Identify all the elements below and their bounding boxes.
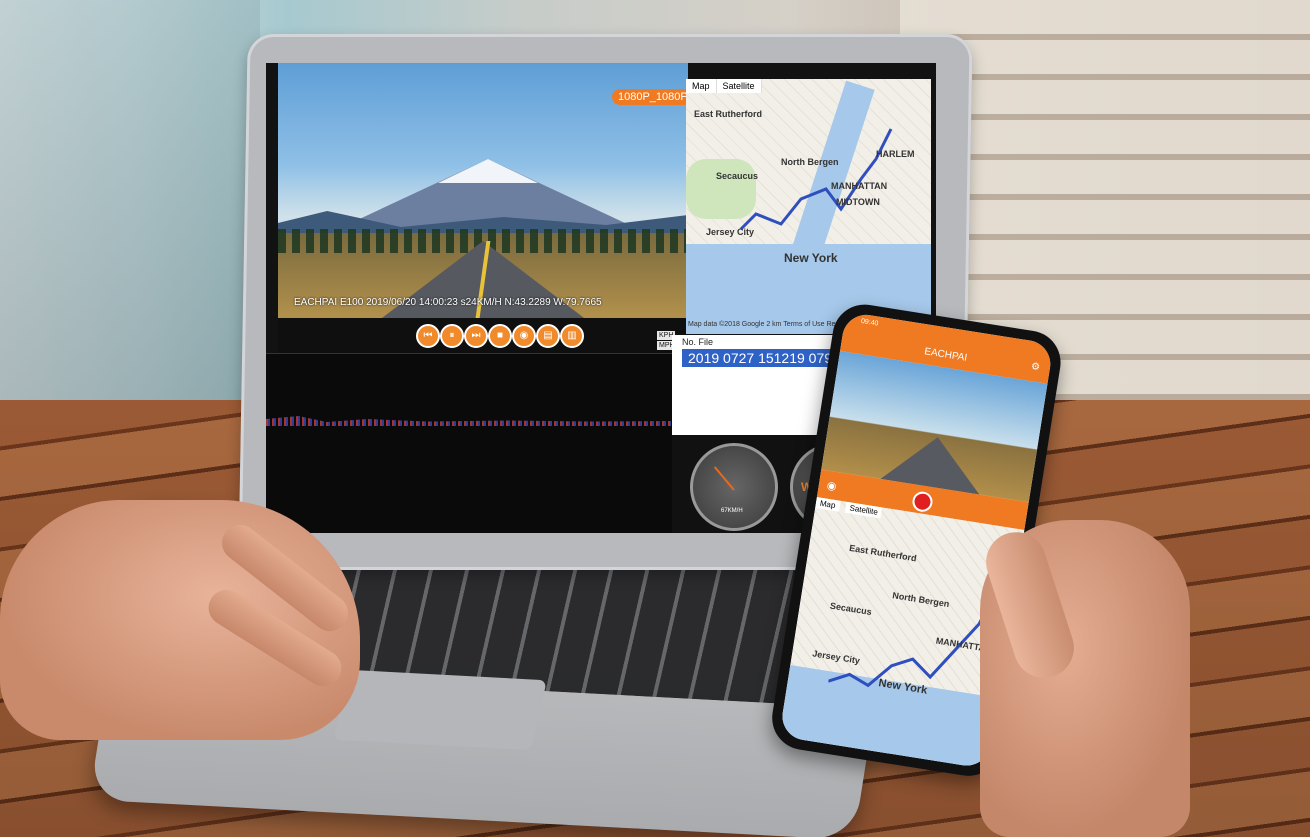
folder-button[interactable]: ▤ <box>536 324 560 348</box>
settings-icon[interactable]: ⚙ <box>1030 361 1041 373</box>
map-label: New York <box>784 251 838 265</box>
speed-needle <box>713 466 735 491</box>
mountain-snow <box>438 159 538 183</box>
dashcam-video: 1080P_1080P EACHPAI E100 2019/06/20 14:0… <box>278 63 688 318</box>
route-map[interactable]: Map Satellite East Rutherford North Berg… <box>686 79 931 334</box>
trash-icon: ▥ <box>567 330 577 341</box>
record-button[interactable] <box>911 490 934 514</box>
map-label: North Bergen <box>781 157 839 167</box>
camera-icon: ◉ <box>519 330 529 341</box>
phone-status-time: 09:40 <box>860 317 879 328</box>
resolution-badge[interactable]: 1080P_1080P <box>612 89 688 105</box>
map-type-tabs: Map Satellite <box>686 79 762 93</box>
route-line <box>739 128 893 231</box>
stop-button[interactable]: ■ <box>488 324 512 348</box>
snapshot-button[interactable]: ◉ <box>512 324 536 348</box>
tab-satellite[interactable]: Satellite <box>717 79 762 93</box>
g-sensor-trace <box>266 416 671 426</box>
phone-map-tab[interactable]: Map <box>815 497 841 512</box>
folder-icon: ▤ <box>543 330 553 341</box>
skip-back-button[interactable]: ⏮ <box>416 324 440 348</box>
phone-map-label: East Rutherford <box>848 542 918 564</box>
tab-map[interactable]: Map <box>686 79 717 93</box>
map-label: HARLEM <box>876 149 915 159</box>
speedometer: 67KM/H <box>690 443 778 531</box>
video-overlay-text: EACHPAI E100 2019/06/20 14:00:23 s24KM/H… <box>294 297 602 308</box>
stop-icon: ■ <box>496 330 504 341</box>
delete-button[interactable]: ▥ <box>560 324 584 348</box>
speed-readout: 67KM/H <box>721 508 743 514</box>
skip-back-icon: ⏮ <box>423 330 433 341</box>
photo-scene: 1080P_1080P EACHPAI E100 2019/06/20 14:0… <box>0 0 1310 837</box>
pause-button[interactable]: ⏸ <box>440 324 464 348</box>
camera-icon[interactable]: ◉ <box>826 479 838 493</box>
map-label: MANHATTAN <box>831 181 888 191</box>
pause-icon: ⏸ <box>449 330 455 341</box>
playback-controls: ⏮ ⏸ ⏭ ■ ◉ ▤ ▥ <box>278 318 688 353</box>
left-hand <box>0 500 360 740</box>
skip-forward-icon: ⏭ <box>471 330 481 341</box>
skip-forward-button[interactable]: ⏭ <box>464 324 488 348</box>
map-label: East Rutherford <box>694 109 763 119</box>
map-label: Secaucus <box>716 171 759 181</box>
g-sensor-graph <box>266 353 676 533</box>
map-label: MIDTOWN <box>836 197 880 207</box>
map-label: Jersey City <box>706 227 755 237</box>
laptop-trackpad <box>333 669 547 751</box>
